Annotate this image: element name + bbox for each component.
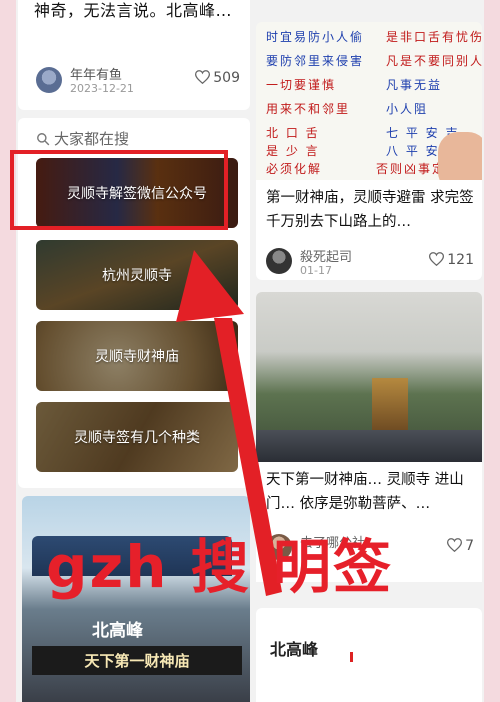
search-heading: 大家都在搜: [36, 128, 129, 149]
post-author[interactable]: 殺死起司: [300, 246, 352, 265]
note-line: 凡是不要同别人: [386, 54, 482, 68]
right-post-card-3[interactable]: 北高峰: [256, 608, 482, 702]
temple-caption: 天下第一财神庙: [32, 646, 242, 675]
search-suggestion-label: 灵顺寺财神庙: [95, 349, 179, 365]
search-heading-label: 大家都在搜: [54, 130, 130, 148]
note-line: 要防邻里来侵害: [266, 54, 365, 68]
post-author[interactable]: 年年有鱼: [70, 64, 122, 83]
note-line: 小人阻: [386, 102, 429, 116]
note-line: 时宜易防小人偷: [266, 30, 365, 44]
promo-banner-text: gzh 搜 明签: [46, 533, 393, 601]
right-post-card-1[interactable]: 第一财神庙，灵顺寺避雷 求完签千万别去下山路上的… 殺死起司 01-17 121: [256, 180, 482, 280]
note-line: 凡事无益: [386, 78, 443, 92]
like-count: 509: [213, 70, 240, 86]
search-suggestion-4[interactable]: 灵顺寺签有几个种类: [36, 402, 238, 472]
note-line: 是非口舌有忧伤: [386, 30, 482, 44]
temple-plaque: 北高峰: [92, 621, 143, 641]
note-line: 是 少 言: [266, 144, 320, 158]
heart-icon: [195, 70, 211, 84]
like-count: 121: [447, 252, 474, 268]
hand-photo-detail: [438, 132, 482, 180]
post-title: 第一财神庙，灵顺寺避雷 求完签千万别去下山路上的…: [266, 190, 474, 230]
search-suggestion-3[interactable]: 灵顺寺财神庙: [36, 321, 238, 391]
like-button[interactable]: 509: [195, 70, 240, 86]
like-count: 7: [465, 538, 474, 554]
note-line: 北 口 舌: [266, 126, 320, 140]
temple-landscape-image[interactable]: [256, 292, 482, 462]
avatar[interactable]: [266, 248, 292, 274]
note-line: 必须化解: [266, 162, 323, 176]
post-title: 北高峰: [270, 640, 319, 659]
left-top-post-card[interactable]: 神奇，无法言说。北高峰… 年年有鱼 2023-12-21 509: [18, 0, 250, 110]
note-line: 一切要谨慎: [266, 78, 337, 92]
pagoda-detail: [372, 378, 408, 432]
heart-icon: [447, 538, 463, 552]
search-suggestion-label: 杭州灵顺寺: [102, 268, 172, 284]
search-icon: [37, 133, 50, 146]
text-cursor-mark: [350, 652, 353, 662]
temple-wall-detail: [256, 430, 482, 462]
post-date: 2023-12-21: [70, 82, 134, 95]
search-suggestion-label: 灵顺寺签有几个种类: [74, 430, 200, 446]
note-line: 用来不和邻里: [266, 102, 351, 116]
note-line: 否则凶事定: [376, 162, 447, 176]
avatar[interactable]: [36, 67, 62, 93]
post-snippet: 神奇，无法言说。北高峰…: [34, 1, 233, 20]
like-button[interactable]: 7: [447, 538, 474, 554]
like-button[interactable]: 121: [429, 252, 474, 268]
heart-icon: [429, 252, 445, 266]
highlight-box: [10, 150, 228, 230]
post-title: 天下第一财神庙… 灵顺寺 进山门… 依序是弥勒菩萨、…: [266, 472, 464, 512]
post-date: 01-17: [300, 264, 332, 277]
search-suggestion-2[interactable]: 杭州灵顺寺: [36, 240, 238, 310]
fortune-note-image[interactable]: 时宜易防小人偷 是非口舌有忧伤 要防邻里来侵害 凡是不要同别人 一切要谨慎 凡事…: [256, 22, 482, 180]
